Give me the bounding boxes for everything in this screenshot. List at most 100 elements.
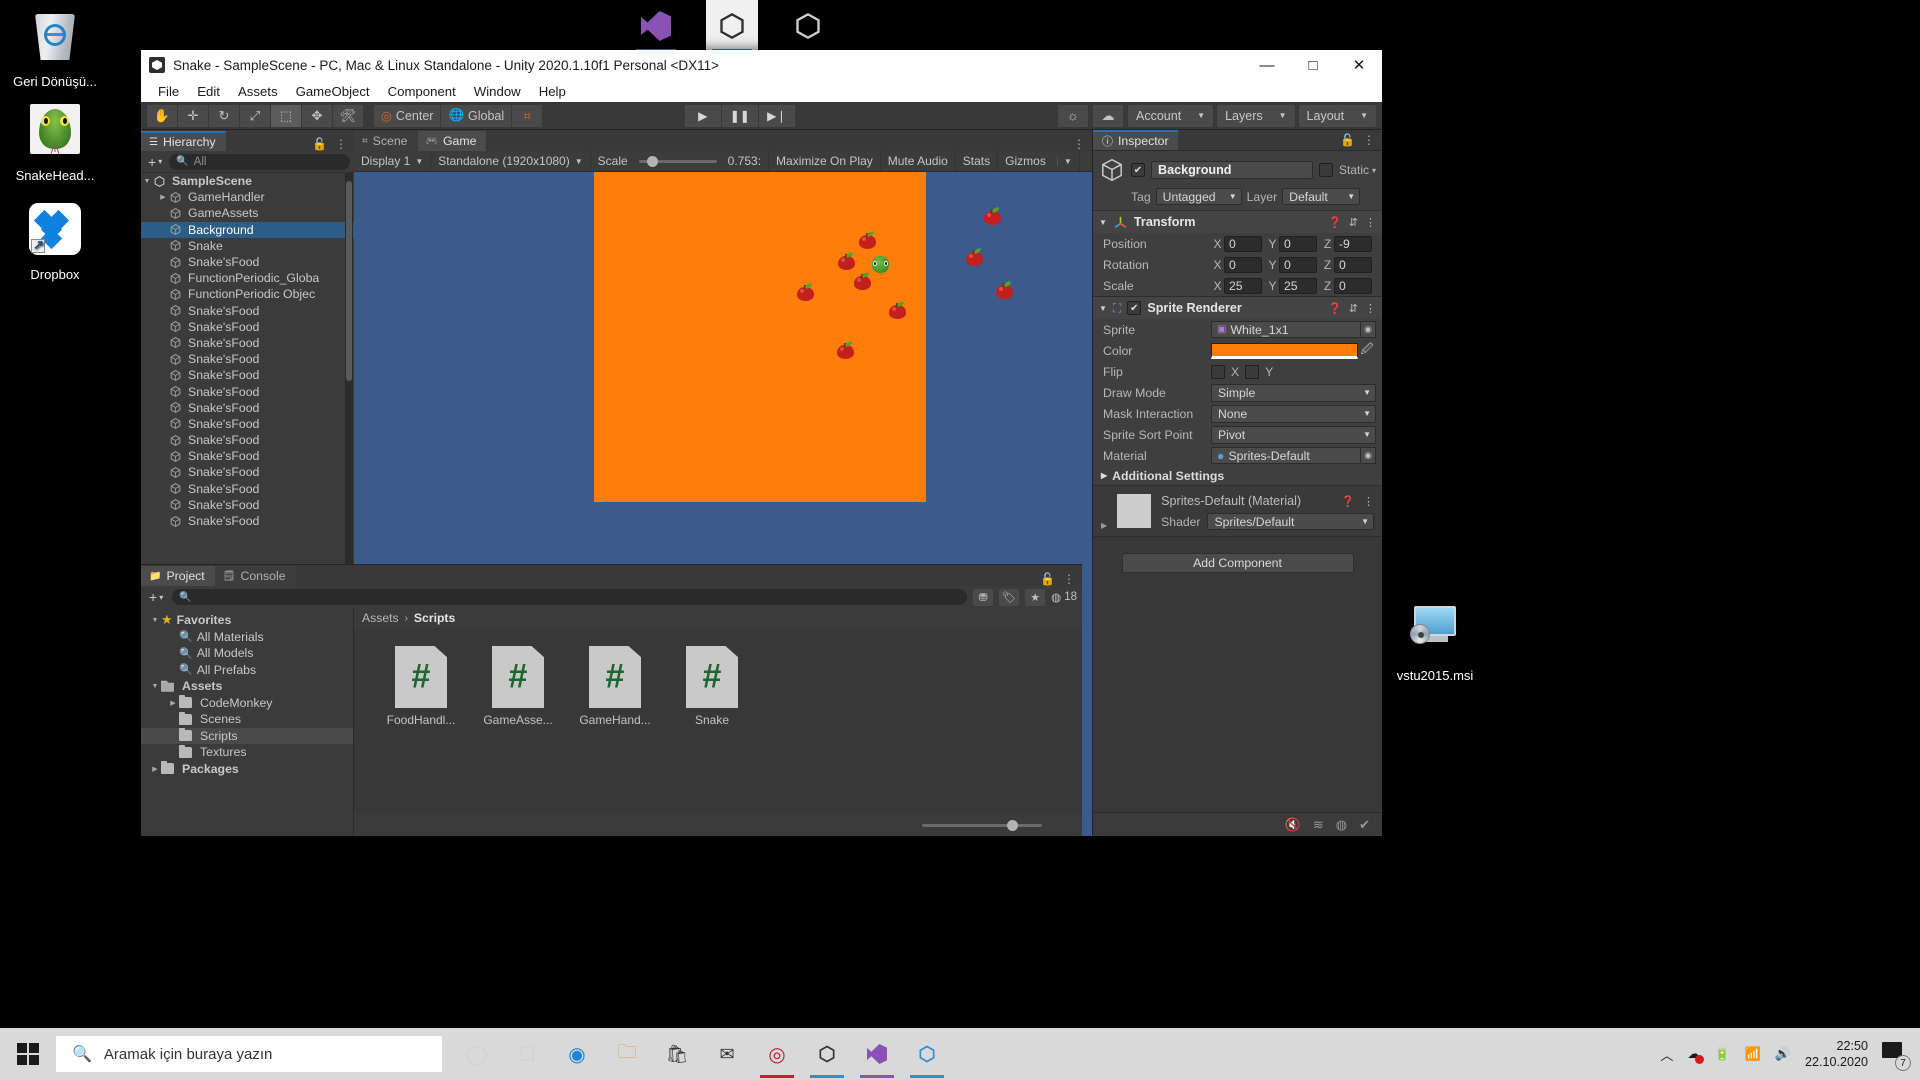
rotation-x-input[interactable]: 0 xyxy=(1224,256,1262,273)
breadcrumb-scripts[interactable]: Scripts xyxy=(414,611,455,625)
filter-favorite-icon[interactable]: ★ xyxy=(1025,588,1046,606)
scale-x-input[interactable]: 25 xyxy=(1224,277,1262,294)
desktop-icon-snakehead[interactable]: SnakeHead... xyxy=(0,100,110,183)
sprite-renderer-header[interactable]: ▼ ⛶ ✔ Sprite Renderer ❓ ⇵ ⋮ xyxy=(1093,297,1382,319)
sprite-picker-button[interactable]: ◉ xyxy=(1361,321,1376,338)
menu-file[interactable]: File xyxy=(149,82,188,101)
step-button[interactable]: ▶❘ xyxy=(758,104,795,127)
layers-dropdown[interactable]: Layers ▼ xyxy=(1217,104,1295,127)
disclosure-triangle-icon[interactable]: ▶ xyxy=(167,699,179,707)
static-dropdown[interactable]: Static ▾ xyxy=(1339,163,1376,177)
hierarchy-item-functionperiodic-globa[interactable]: FunctionPeriodic_Globa xyxy=(141,270,354,286)
wifi-icon[interactable]: 📶 xyxy=(1745,1046,1761,1062)
help-icon[interactable]: ❓ xyxy=(1328,302,1342,315)
menu-edit[interactable]: Edit xyxy=(188,82,229,101)
hierarchy-item-snake-sfood[interactable]: Snake'sFood xyxy=(141,432,354,448)
filter-type-icon[interactable]: ⛃ xyxy=(973,588,994,606)
mail-icon[interactable]: ✉ xyxy=(702,1028,752,1080)
lock-icon[interactable]: 🔓 xyxy=(312,137,327,151)
position-y-input[interactable]: 0 xyxy=(1279,235,1317,252)
rotate-tool-icon[interactable]: ↻ xyxy=(209,104,239,127)
static-checkbox[interactable] xyxy=(1318,163,1333,177)
shader-dropdown[interactable]: Sprites/Default ▼ xyxy=(1207,513,1374,530)
hierarchy-item-snake-sfood[interactable]: Snake'sFood xyxy=(141,448,354,464)
position-x-input[interactable]: 0 xyxy=(1224,235,1262,252)
project-tree-item-scenes[interactable]: Scenes xyxy=(141,711,353,728)
help-icon[interactable]: ❓ xyxy=(1341,495,1355,508)
custom-tool-icon[interactable]: 🛠 xyxy=(333,104,363,127)
material-field[interactable]: ● Sprites-Default xyxy=(1211,447,1361,464)
asset-item[interactable]: # GameAsse... xyxy=(479,646,557,727)
mask-interaction-dropdown[interactable]: None ▼ xyxy=(1211,404,1376,423)
taskbar-preview-unity[interactable] xyxy=(706,0,758,52)
eyedropper-icon[interactable]: 🖉 xyxy=(1358,340,1376,361)
rotation-y-input[interactable]: 0 xyxy=(1279,256,1317,273)
minimize-button[interactable]: — xyxy=(1244,50,1290,80)
hierarchy-item-snake[interactable]: Snake xyxy=(141,238,354,254)
scale-z-input[interactable]: 0 xyxy=(1334,277,1372,294)
rotation-z-input[interactable]: 0 xyxy=(1334,256,1372,273)
slider-knob[interactable] xyxy=(1007,819,1018,831)
services-icon[interactable]: ☼ xyxy=(1058,104,1088,127)
task-view-icon[interactable]: ❏ xyxy=(502,1028,552,1080)
cortana-icon[interactable]: ◯ xyxy=(452,1028,502,1080)
gameobject-name-input[interactable]: Background xyxy=(1151,161,1313,179)
help-icon[interactable]: ❓ xyxy=(1328,216,1342,229)
hierarchy-item-snake-sfood[interactable]: Snake'sFood xyxy=(141,319,354,335)
filter-label-icon[interactable]: 🏷 xyxy=(999,588,1020,606)
transform-header[interactable]: ▼ Transform ❓ ⇵ ⋮ xyxy=(1093,211,1382,233)
edge-icon[interactable]: ◉ xyxy=(552,1028,602,1080)
hierarchy-item-snake-sfood[interactable]: Snake'sFood xyxy=(141,367,354,383)
unity-hub-icon[interactable] xyxy=(902,1028,952,1080)
account-dropdown[interactable]: Account ▼ xyxy=(1128,104,1214,127)
opera-icon[interactable]: ◎ xyxy=(752,1028,802,1080)
project-tree-item-all-materials[interactable]: 🔍 All Materials xyxy=(141,629,353,646)
stats-toggle[interactable]: Stats xyxy=(956,151,999,171)
disclosure-triangle-icon[interactable]: ▶ xyxy=(149,765,161,773)
kebab-menu-icon[interactable]: ⋮ xyxy=(335,137,347,151)
color-swatch[interactable] xyxy=(1211,342,1358,359)
display-dropdown[interactable]: Display 1 ▼ xyxy=(354,151,432,171)
disclosure-triangle-icon[interactable]: ▶ xyxy=(157,193,169,201)
pivot-mode-button[interactable]: ◎ Center xyxy=(374,104,441,127)
kebab-menu-icon[interactable]: ⋮ xyxy=(1073,137,1085,151)
hierarchy-item-snake-sfood[interactable]: Snake'sFood xyxy=(141,383,354,399)
taskbar-preview-visual-studio[interactable] xyxy=(630,0,682,52)
tab-project[interactable]: 📁 Project xyxy=(141,566,215,586)
hierarchy-item-snake-sfood[interactable]: Snake'sFood xyxy=(141,481,354,497)
battery-charging-icon[interactable]: 🔋 xyxy=(1714,1046,1730,1062)
desktop-icon-dropbox[interactable]: Dropbox xyxy=(0,200,110,282)
hierarchy-item-snake-sfood[interactable]: Snake'sFood xyxy=(141,416,354,432)
project-tree-item-codemonkey[interactable]: ▶ CodeMonkey xyxy=(141,695,353,712)
gizmos-dropdown[interactable]: Gizmos ▼ xyxy=(998,151,1080,171)
mute-gizmo-icon[interactable]: 🔇 xyxy=(1285,817,1301,833)
tab-scene[interactable]: ⌗ Scene xyxy=(354,131,418,151)
hierarchy-item-gameassets[interactable]: GameAssets xyxy=(141,205,354,221)
lock-icon[interactable]: 🔓 xyxy=(1340,133,1355,147)
additional-settings-foldout[interactable]: ▶ Additional Settings xyxy=(1093,466,1382,485)
close-button[interactable]: ✕ xyxy=(1336,50,1382,80)
flip-y-checkbox[interactable] xyxy=(1245,364,1260,379)
project-tree-item-packages[interactable]: ▶ Packages xyxy=(141,761,353,778)
chevron-up-icon[interactable]: ︿ xyxy=(1660,1045,1673,1064)
chevron-right-icon[interactable]: ▶ xyxy=(1101,521,1107,530)
disclosure-triangle-icon[interactable]: ▼ xyxy=(149,683,161,690)
hierarchy-item-snake-sfood[interactable]: Snake'sFood xyxy=(141,335,354,351)
notification-center-button[interactable]: 7 xyxy=(1882,1042,1911,1071)
chevron-down-icon[interactable]: ▼ xyxy=(1099,218,1107,227)
transform-tool-icon[interactable]: ✥ xyxy=(302,104,332,127)
hierarchy-item-snake-sfood[interactable]: Snake'sFood xyxy=(141,497,354,513)
cloud-icon[interactable]: ☁ xyxy=(1093,104,1123,127)
hand-tool-icon[interactable]: ✋ xyxy=(147,104,177,127)
hierarchy-item-snake-sfood[interactable]: Snake'sFood xyxy=(141,254,354,270)
project-add-button[interactable]: + ▾ xyxy=(146,589,166,605)
kebab-menu-icon[interactable]: ⋮ xyxy=(1063,572,1075,586)
sprite-field[interactable]: ▣ White_1x1 xyxy=(1211,321,1361,338)
taskbar-preview-unity-hub[interactable] xyxy=(782,0,834,52)
hierarchy-item-snake-sfood[interactable]: Snake'sFood xyxy=(141,400,354,416)
menu-window[interactable]: Window xyxy=(465,82,530,101)
taskbar-search-input[interactable]: 🔍 Aramak için buraya yazın xyxy=(56,1036,442,1072)
onedrive-error-icon[interactable]: ☁ xyxy=(1687,1046,1705,1064)
pause-button[interactable]: ❚❚ xyxy=(721,104,758,127)
tab-inspector[interactable]: ⓘ Inspector xyxy=(1093,130,1178,150)
